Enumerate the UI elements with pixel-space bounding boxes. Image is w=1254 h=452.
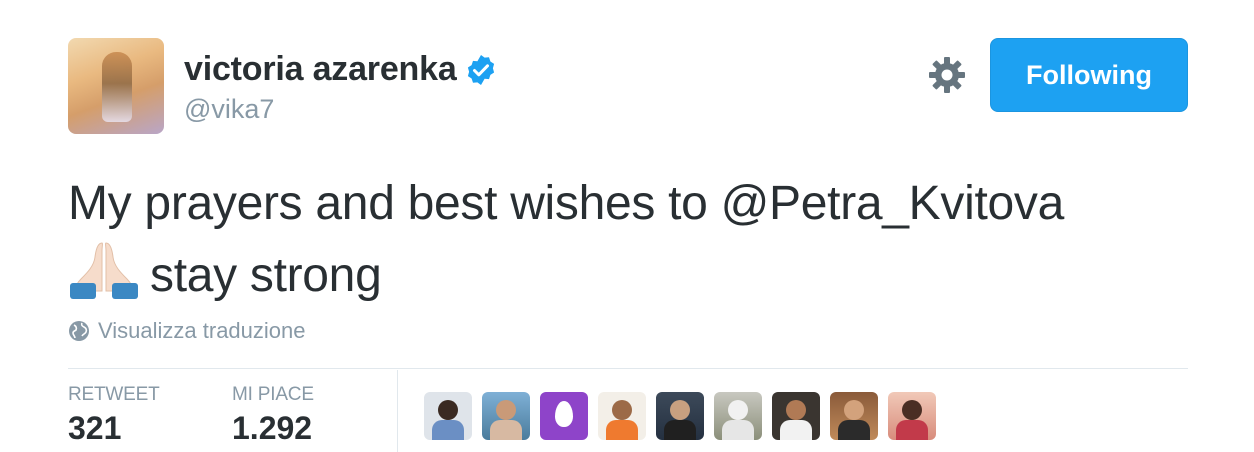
liker-avatar[interactable] <box>598 392 646 440</box>
liker-avatars <box>424 392 936 440</box>
stats-separator <box>397 370 398 452</box>
retweet-count: 321 <box>68 410 122 446</box>
liker-avatar-egg[interactable] <box>540 392 588 440</box>
author-handle[interactable]: @vika7 <box>184 94 274 125</box>
liker-avatar[interactable] <box>482 392 530 440</box>
following-button[interactable]: Following <box>990 38 1188 112</box>
folded-hands-emoji <box>68 241 140 299</box>
tweet-line-2-text: stay strong <box>150 249 382 302</box>
gear-icon[interactable] <box>928 56 966 94</box>
avatar-figure <box>102 52 132 122</box>
globe-icon <box>69 321 89 341</box>
divider <box>68 368 1188 369</box>
tweet-text: My prayers and best wishes to @Petra_Kvi… <box>68 168 1188 312</box>
liker-avatar[interactable] <box>424 392 472 440</box>
tweet-line-2: stay strong <box>68 240 1188 312</box>
retweet-label: RETWEET <box>68 384 160 405</box>
verified-badge-icon <box>465 54 497 86</box>
translate-label[interactable]: Visualizza traduzione <box>98 318 306 344</box>
liker-avatar[interactable] <box>830 392 878 440</box>
liker-avatar[interactable] <box>888 392 936 440</box>
liker-avatar[interactable] <box>772 392 820 440</box>
likes-label: MI PIACE <box>232 384 314 405</box>
liker-avatar[interactable] <box>656 392 704 440</box>
likes-stat[interactable]: MI PIACE 1.292 <box>232 384 314 447</box>
likes-count: 1.292 <box>232 410 313 446</box>
translate-link[interactable]: Visualizza traduzione <box>68 318 306 344</box>
author-avatar[interactable] <box>68 38 164 134</box>
author-name[interactable]: victoria azarenka <box>184 50 457 89</box>
author-name-row: victoria azarenka <box>184 50 497 89</box>
retweet-stat[interactable]: RETWEET 321 <box>68 384 160 447</box>
liker-avatar[interactable] <box>714 392 762 440</box>
tweet-line-1: My prayers and best wishes to @Petra_Kvi… <box>68 177 1064 230</box>
